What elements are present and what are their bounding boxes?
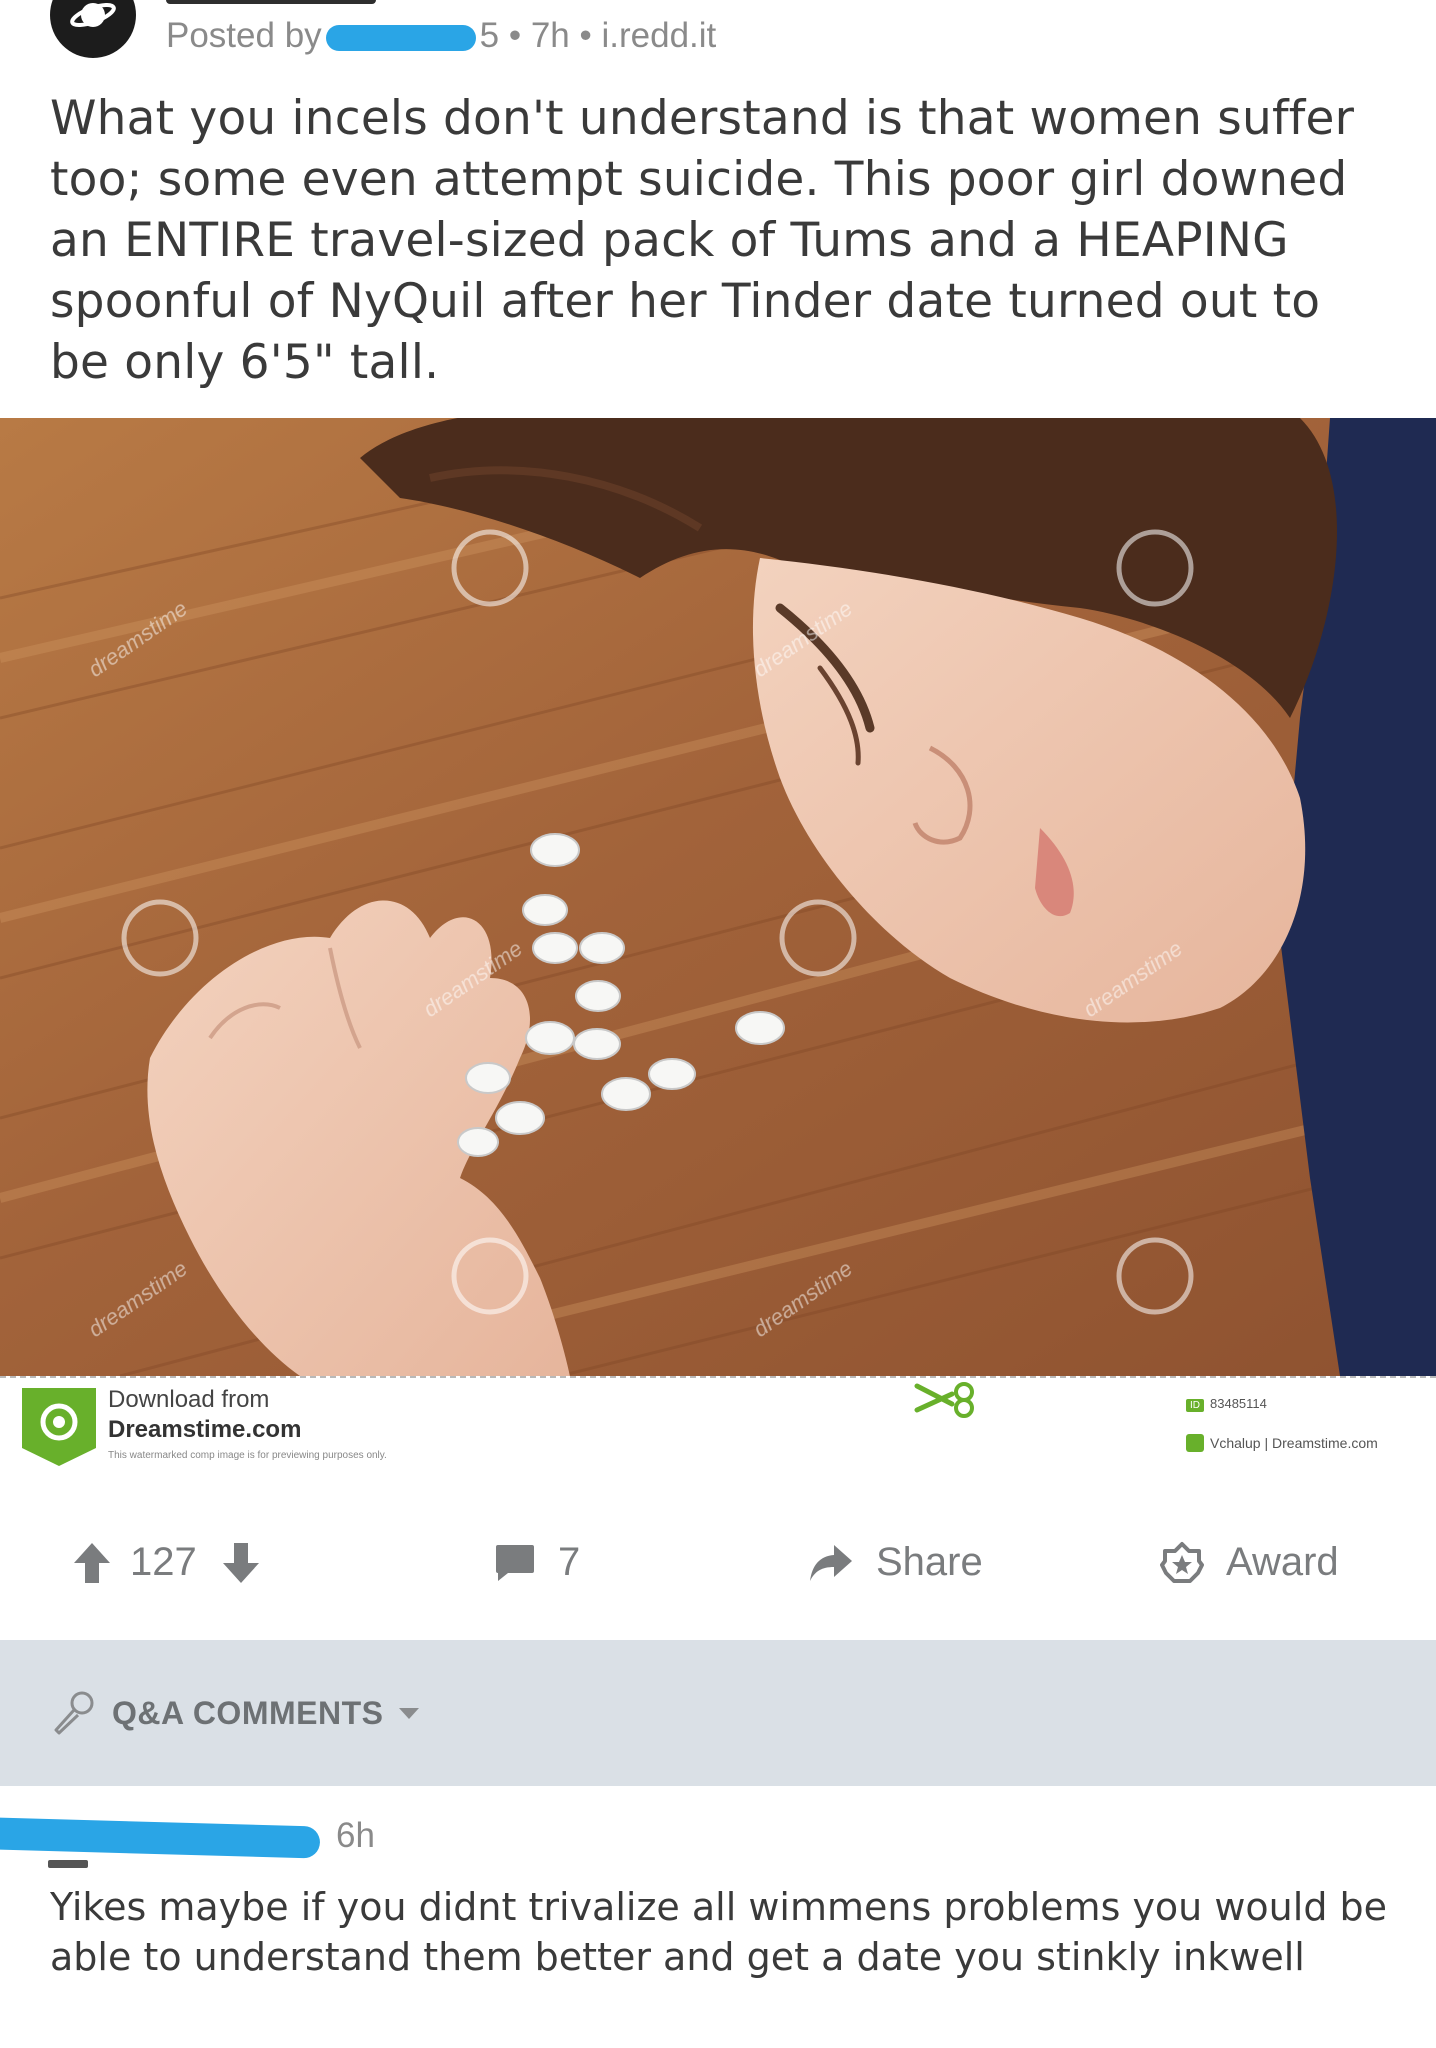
post-title[interactable]: What you incels don't understand is that… [50,88,1390,393]
arrow-down-icon[interactable] [221,1541,261,1585]
post-age: • 7h [508,16,570,55]
post-header: Posted by 5 • 7h • i.redd.it [0,0,1436,80]
post-image[interactable]: dreamstime dreamstime dreamstime dreamst… [0,418,1436,1376]
share-button[interactable]: Share [808,1540,983,1585]
share-label: Share [876,1540,983,1584]
username-remnant [48,1860,88,1868]
sort-label: Q&A COMMENTS [112,1694,384,1731]
redacted-username [325,25,476,51]
vote-controls: 127 [72,1540,261,1585]
subreddit-avatar[interactable] [50,0,136,58]
post-action-bar: 127 7 Share Award [0,1520,1436,1620]
image-id: ID 83485114 [1186,1396,1267,1412]
credit-badge-icon [1186,1434,1204,1452]
subreddit-name-cropped [166,0,376,4]
redacted-username [0,1817,321,1859]
image-credit-text: Vchalup | Dreamstime.com [1210,1435,1378,1451]
username-tail: 5 [479,16,500,55]
comment-bubble-icon [496,1544,534,1581]
posted-by-label: Posted by [166,16,322,55]
comment-body: Yikes maybe if you didnt trivalize all w… [50,1885,1388,1979]
scissors-icon [914,1382,974,1418]
watermark-note: This watermarked comp image is for previ… [108,1450,387,1461]
dreamstime-logo [22,1388,96,1466]
post-meta: Posted by 5 • 7h • i.redd.it [166,16,716,56]
stock-photo: dreamstime dreamstime dreamstime dreamst… [0,418,1436,1376]
share-arrow-icon [810,1544,852,1581]
comments-button[interactable]: 7 [494,1540,580,1585]
award-button[interactable]: Award [1160,1540,1339,1585]
comment: 6h Yikes maybe if you didnt trivalize al… [0,1786,1436,2048]
image-id-value: 83485114 [1210,1396,1267,1411]
chevron-down-icon [399,1708,420,1719]
vote-count: 127 [130,1540,197,1584]
arrow-up-icon[interactable] [72,1541,112,1585]
download-label: Download from [108,1386,270,1413]
award-label: Award [1226,1540,1339,1584]
comment-count: 7 [558,1540,581,1584]
microphone-icon [54,1691,94,1735]
post-domain[interactable]: • i.redd.it [580,16,717,55]
comment-sort-dropdown[interactable]: Q&A COMMENTS [50,1690,421,1736]
star-award-icon [1160,1541,1204,1583]
stock-watermark-footer: Download from Dreamstime.com This waterm… [0,1376,1436,1468]
id-badge: ID [1186,1399,1204,1412]
planet-icon [70,3,116,27]
image-credit: Vchalup | Dreamstime.com [1186,1434,1378,1452]
comment-author[interactable] [0,1816,330,1868]
comment-time: 6h [336,1816,375,1855]
dreamstime-site: Dreamstime.com [108,1416,302,1443]
comment-sort-bar: Q&A COMMENTS [0,1640,1436,1786]
